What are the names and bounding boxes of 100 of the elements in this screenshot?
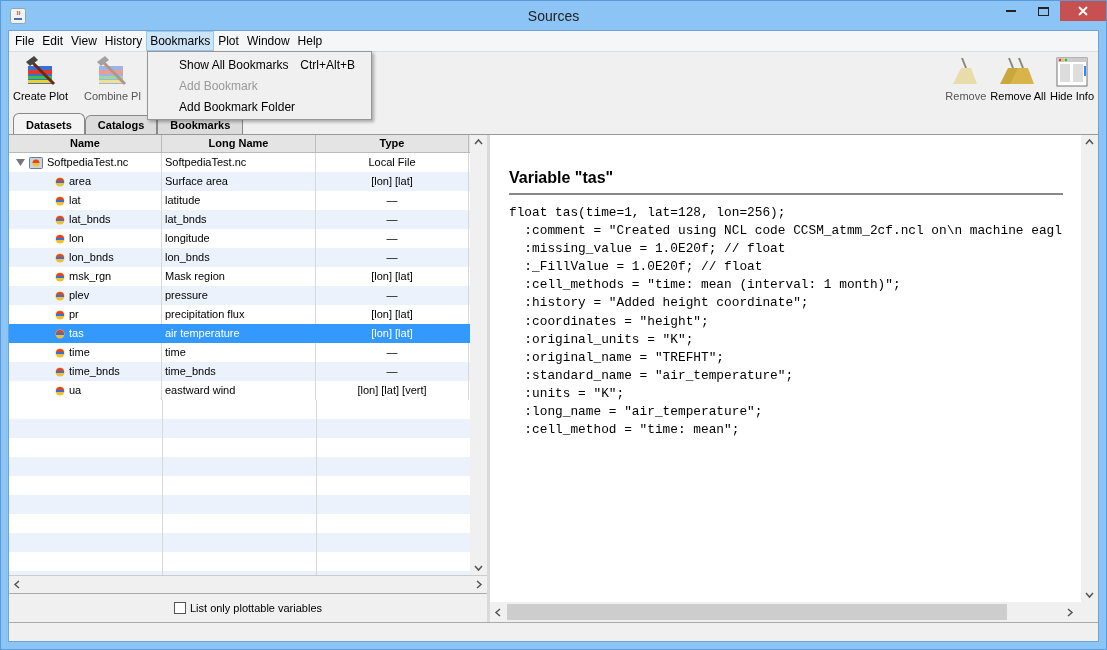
variable-name: tas [69,326,84,341]
table-row[interactable]: time_bnds time_bnds — [9,362,470,381]
window-title: Sources [527,7,580,24]
variable-name: lat [69,193,81,208]
menu-item[interactable]: File [11,31,39,51]
long-name: Surface area [165,174,228,189]
variable-icon [55,309,65,320]
code-line: :original_units = "K"; [523,330,695,349]
scrollbar[interactable] [470,135,487,575]
variable-type: — [386,364,398,379]
variable-icon [55,252,65,263]
menu-item[interactable]: Bookmarks [146,31,215,51]
minimize-icon [1005,10,1016,12]
variable-type: [lon] [lat] [371,269,413,284]
column-header[interactable]: Long Name [162,135,316,152]
variable-name: ua [69,383,82,398]
variable-name: SoftpediaTest.nc [47,155,129,170]
table-row[interactable]: area Surface area [lon] [lat] [9,172,470,191]
variable-name: time [69,345,90,360]
column-header[interactable]: Type [316,135,469,152]
variable-type: — [386,193,398,208]
variable-icon [55,328,65,339]
variable-icon [55,385,65,396]
toolbar-button[interactable]: Hide Info [1047,56,1096,102]
expand-toggle-icon[interactable] [16,158,25,167]
long-name: time_bnds [165,364,216,379]
variable-name: lon [69,231,84,246]
code-line: :original_name = "TREFHT"; [523,348,726,367]
variable-type: — [386,212,398,227]
menu-entry[interactable]: Add Bookmark Folder [148,96,371,117]
variable-type: Local File [368,155,416,170]
app-icon [10,7,26,24]
variable-type: [lon] [lat] [vert] [357,383,427,398]
long-name: time [165,345,186,360]
variable-icon [55,233,65,244]
scroll-right-icon[interactable] [1065,607,1074,617]
maximize-icon [1038,6,1049,16]
table-row[interactable]: lat_bnds lat_bnds — [9,210,470,229]
code-line: :comment = "Created using NCL code CCSM_atmm_2cf.ncl on\n machine eagl [523,222,1063,241]
long-name: lat_bnds [165,212,207,227]
menu-item[interactable]: View [67,31,101,51]
tab[interactable]: Datasets [13,113,85,134]
long-name: air temperature [165,326,240,341]
long-name: precipitation flux [165,307,245,322]
menu-item[interactable]: History [100,31,147,51]
variable-icon [55,214,65,225]
variable-type: — [386,345,398,360]
variable-icon [55,366,65,377]
scrollbar[interactable] [490,602,1098,622]
table-row[interactable]: ua eastward wind [lon] [lat] [vert] [9,381,470,400]
column-header[interactable]: Name [9,135,162,152]
variable-icon [55,176,65,187]
checkbox[interactable] [173,602,186,614]
variable-name: area [69,174,92,189]
scrollbar[interactable] [1081,135,1098,602]
scroll-left-icon[interactable] [494,607,503,617]
checkbox-label: List only plottable variables [189,602,323,614]
code-line: :missing_value = 1.0E20f; // float [523,240,787,259]
variable-name: plev [69,288,90,303]
tab[interactable]: Catalogs [84,115,158,134]
scroll-left-icon[interactable] [13,580,22,589]
code-line: :cell_methods = "time: mean (interval: 1 month)"; [523,276,902,295]
variable-name: msk_rgn [69,269,112,284]
table-row[interactable]: lon_bnds lon_bnds — [9,248,470,267]
variable-name: pr [69,307,79,322]
code-line: :_FillValue = 1.0E20f; // float [523,258,764,277]
panel-window-icon [1056,56,1088,88]
menu-item[interactable]: Plot [214,31,243,51]
variable-icon [55,271,65,282]
menu-entry[interactable]: Show All Bookmarks Ctrl+Alt+B [148,54,371,75]
long-name: SoftpediaTest.nc [165,155,247,170]
variable-type: — [386,231,398,246]
scroll-right-icon[interactable] [474,580,483,589]
menu-item[interactable]: Window [242,31,294,51]
code-line: :standard_name = "air_temperature"; [523,366,795,385]
variable-type: [lon] [lat] [371,174,413,189]
variable-heading: Variable "tas" [509,169,1063,195]
variable-type: — [386,288,398,303]
menu-item[interactable]: Edit [38,31,68,51]
table-row[interactable]: plev pressure — [9,286,470,305]
toolbar-button[interactable]: Create Plot [11,56,71,102]
variable-name: lat_bnds [69,212,111,227]
code-line: :long_name = "air_temperature"; [523,403,764,422]
close-button[interactable] [1060,1,1106,21]
variable-icon [55,195,65,206]
code-line: float tas(time=1, lat=128, lon=256); [509,204,787,222]
variable-icon [55,290,65,301]
variable-type: — [386,250,398,265]
variable-icon [55,347,65,358]
long-name: eastward wind [165,383,236,398]
long-name: Mask region [165,269,225,284]
long-name: longitude [165,231,210,246]
file-icon [29,156,43,169]
variable-name: time_bnds [69,364,120,379]
menu-item[interactable]: Help [293,31,327,51]
long-name: latitude [165,193,201,208]
code-line: :units = "K"; [523,384,626,403]
code-line: :cell_method = "time: mean"; [523,421,741,440]
long-name: lon_bnds [165,250,210,265]
toolbar-button[interactable]: Remove All [988,56,1048,102]
